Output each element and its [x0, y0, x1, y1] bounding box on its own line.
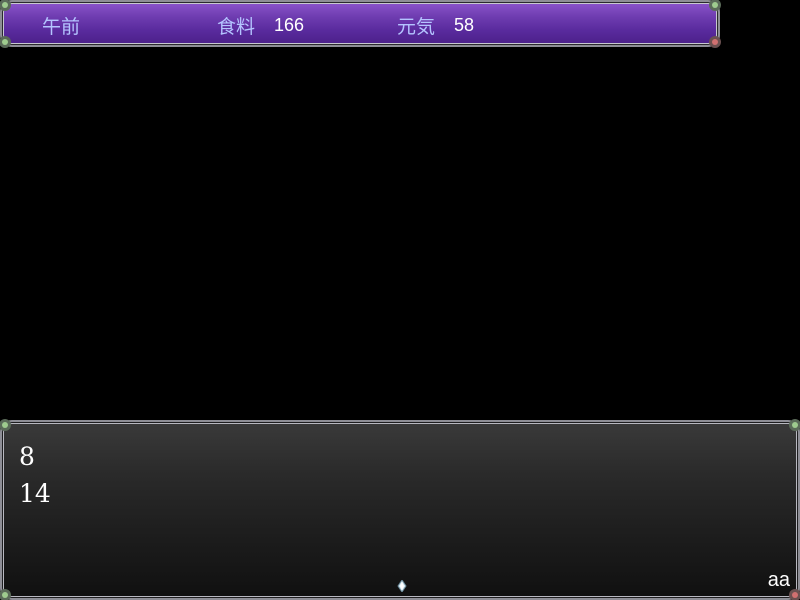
status-energy: 元気 58: [397, 12, 474, 38]
corner-gem-icon: [0, 419, 11, 431]
corner-gem-icon: [0, 0, 11, 11]
continue-cursor-icon[interactable]: [397, 580, 407, 592]
status-window: 午前 食料 166 元気 58: [0, 0, 721, 48]
message-window[interactable]: 8 14 aa: [0, 419, 800, 600]
corner-gem-icon: [0, 36, 11, 48]
corner-gem-icon: [0, 589, 11, 600]
message-line: 14: [19, 479, 51, 508]
status-food: 食料 166: [217, 12, 304, 38]
time-label: 午前: [42, 15, 81, 38]
corner-gem-icon: [709, 36, 721, 48]
game-screen: 午前 食料 166 元気 58 8 14 aa: [0, 0, 800, 600]
food-value: 166: [274, 14, 305, 35]
message-line: 8: [19, 442, 35, 471]
energy-label: 元気: [397, 15, 436, 38]
speaker-tag: aa: [767, 569, 790, 591]
corner-gem-icon: [709, 0, 721, 11]
corner-gem-icon: [789, 589, 800, 600]
status-time: 午前: [42, 12, 80, 38]
corner-gem-icon: [789, 419, 800, 431]
food-label: 食料: [217, 15, 256, 38]
energy-value: 58: [454, 14, 475, 35]
